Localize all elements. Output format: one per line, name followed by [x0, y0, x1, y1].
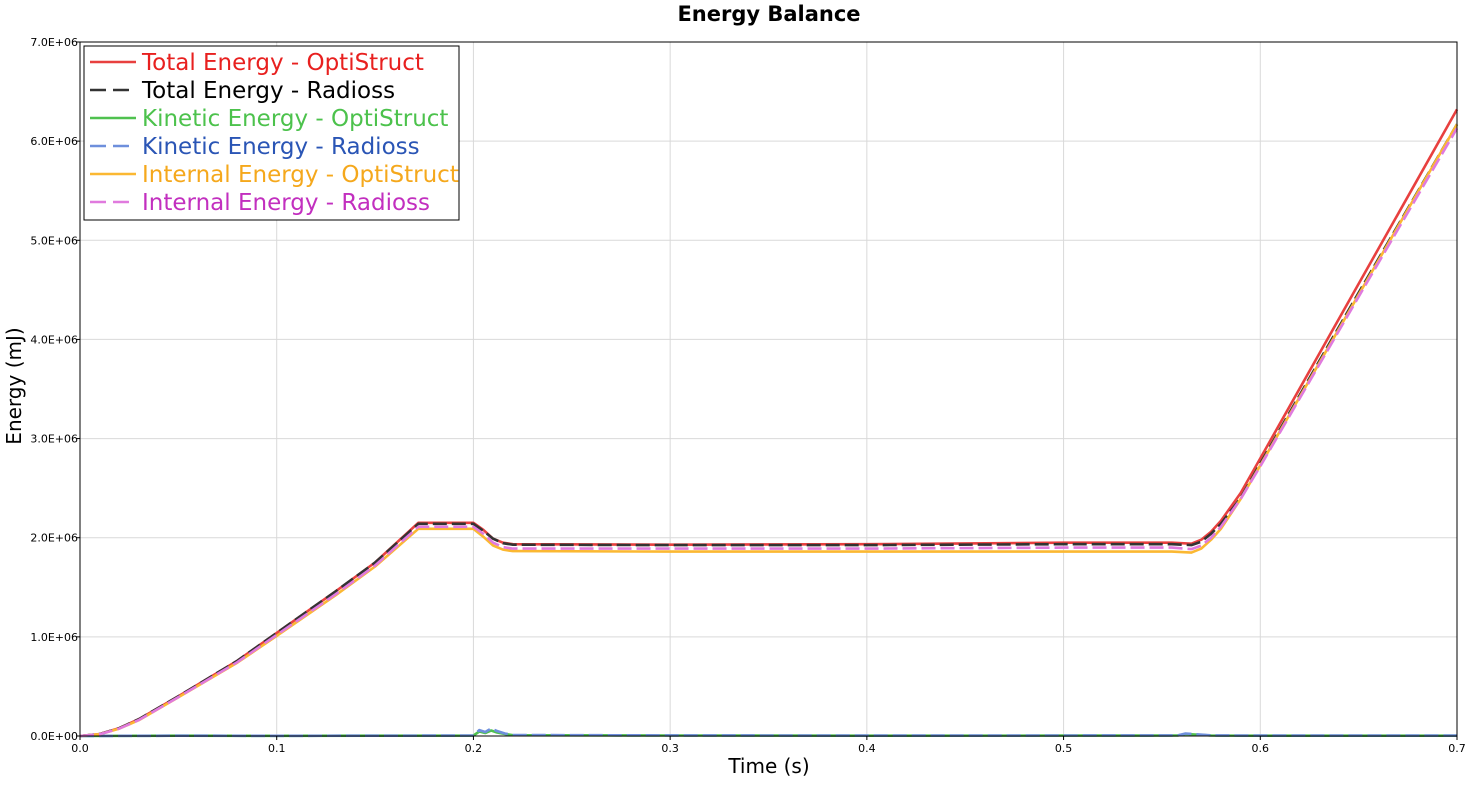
x-tick-label: 0.7 [1448, 742, 1466, 755]
x-tick-label: 0.0 [71, 742, 89, 755]
energy-balance-chart: Energy Balance 0.0E+001.0E+062.0E+063.0E… [2, 2, 1466, 778]
legend-label: Total Energy - Radioss [141, 78, 395, 104]
legend: Total Energy - OptiStructTotal Energy - … [83, 45, 460, 221]
y-tick-label: 1.0E+06 [30, 631, 78, 644]
y-tick-label: 7.0E+06 [30, 36, 78, 49]
legend-label: Kinetic Energy - Radioss [142, 134, 420, 160]
x-tick-label: 0.3 [661, 742, 679, 755]
y-axis-title: Energy (mJ) [2, 327, 26, 444]
y-tick-label: 5.0E+06 [30, 234, 78, 247]
legend-label: Internal Energy - OptiStruct [142, 162, 459, 188]
x-tick-label: 0.4 [858, 742, 876, 755]
x-axis-title: Time (s) [727, 754, 809, 778]
x-tick-label: 0.5 [1055, 742, 1073, 755]
y-tick-label: 3.0E+06 [30, 433, 78, 446]
chart-title: Energy Balance [677, 2, 860, 26]
legend-label: Kinetic Energy - OptiStruct [142, 106, 448, 132]
x-axis-ticks: 0.0 0.1 0.2 0.3 0.4 0.5 0.6 0.7 [71, 736, 1466, 755]
legend-label: Internal Energy - Radioss [142, 190, 430, 216]
chart-container: Energy Balance 0.0E+00 1.0E+06 2.0E+06 3.0E… [0, 0, 1472, 784]
x-tick-label: 0.6 [1252, 742, 1270, 755]
y-tick-label: 4.0E+06 [30, 333, 78, 346]
y-axis-ticks: 0.0E+001.0E+062.0E+063.0E+064.0E+065.0E+… [30, 36, 80, 743]
x-tick-label: 0.1 [268, 742, 286, 755]
y-tick-label: 6.0E+06 [30, 135, 78, 148]
x-tick-label: 0.2 [465, 742, 483, 755]
y-tick-label: 2.0E+06 [30, 532, 78, 545]
legend-label: Total Energy - OptiStruct [141, 50, 424, 76]
